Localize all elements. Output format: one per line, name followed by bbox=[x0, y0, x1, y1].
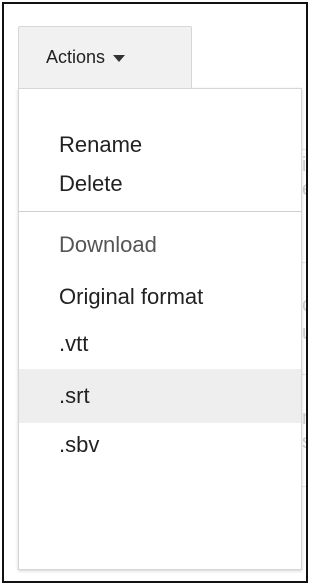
background-text-fragment: u bbox=[302, 322, 306, 344]
screenshot-frame: i e c u n s Actions Rename Delete Downlo… bbox=[2, 2, 308, 583]
background-text-fragment: c bbox=[302, 294, 306, 316]
background-text-fragment: n bbox=[302, 407, 306, 429]
actions-menu: Rename Delete Download Original format .… bbox=[18, 88, 302, 570]
menu-item-vtt[interactable]: .vtt bbox=[19, 322, 301, 366]
actions-dropdown-button[interactable]: Actions bbox=[18, 26, 192, 88]
actions-button-label: Actions bbox=[46, 47, 106, 67]
menu-header-download: Download bbox=[59, 232, 157, 257]
menu-divider bbox=[19, 211, 301, 212]
menu-item-rename[interactable]: Rename bbox=[19, 123, 301, 167]
background-text-fragment: i bbox=[302, 154, 307, 176]
menu-item-original-format[interactable]: Original format bbox=[19, 275, 301, 319]
menu-item-sbv[interactable]: .sbv bbox=[19, 423, 301, 467]
menu-item-delete[interactable]: Delete bbox=[19, 162, 301, 206]
background-text-fragment: s bbox=[302, 431, 306, 453]
menu-item-srt[interactable]: .srt bbox=[19, 369, 301, 423]
background-text-fragment: e bbox=[302, 178, 306, 200]
caret-down-icon bbox=[113, 54, 126, 62]
